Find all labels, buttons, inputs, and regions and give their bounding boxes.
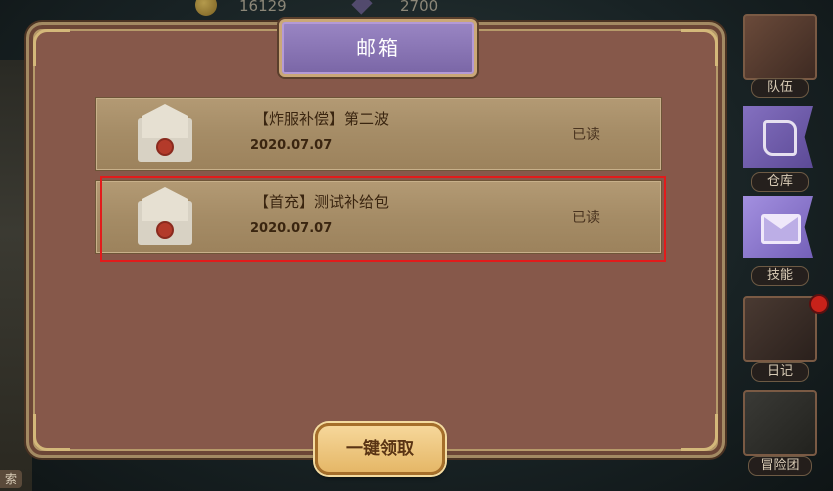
side-item-label: 队伍 [751,78,809,98]
adventure-icon [743,390,817,456]
claim-all-label: 一键领取 [346,439,414,459]
panel-corner-ornament [33,29,70,66]
resource-bar: 16129 2700 [195,0,495,18]
left-edge-label[interactable]: 索 [0,470,22,488]
book-icon [743,14,817,80]
gem-icon [351,0,373,15]
coin-count: 16129 [239,0,287,15]
panel-corner-ornament [681,29,718,66]
diary-icon [743,296,817,362]
panel-corner-ornament [681,414,718,451]
side-menu: 队伍 仓库 技能 日记 冒险团 [723,0,833,491]
claim-all-button[interactable]: 一键领取 [315,423,445,475]
scroll-icon [743,106,813,168]
side-item-label: 技能 [751,266,809,286]
mailbox-title: 邮箱 [356,36,400,60]
mail-icon [743,196,813,258]
side-item-label: 仓库 [751,172,809,192]
side-item-label: 冒险团 [748,456,812,476]
panel-corner-ornament [33,414,70,451]
wax-seal-icon [158,140,172,154]
selection-highlight [100,176,666,262]
mail-title: 【炸服补偿】第二波 [254,110,390,128]
mail-date: 2020.07.07 [250,138,333,153]
envelope-icon [138,104,192,164]
coin-icon [195,0,217,16]
notification-dot [809,294,829,314]
gem-count: 2700 [400,0,439,15]
mail-read-status: 已读 [572,127,600,143]
mail-item[interactable]: 【炸服补偿】第二波 2020.07.07 已读 [95,97,662,171]
side-item-label: 日记 [751,362,809,382]
mailbox-title-plate: 邮箱 [279,19,477,77]
